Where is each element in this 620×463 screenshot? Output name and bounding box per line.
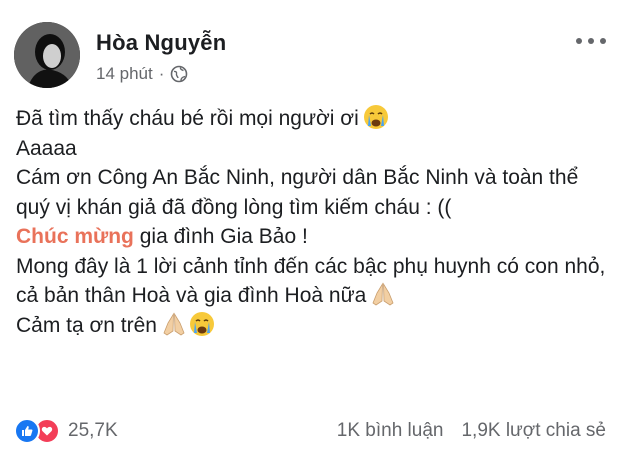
folded-hands-emoji <box>161 311 187 337</box>
post-footer: 25,7K 1K bình luận 1,9K lượt chia sẻ <box>14 414 606 448</box>
crying-face-emoji <box>189 311 215 337</box>
folded-hands-emoji <box>370 281 396 307</box>
post-meta: 14 phút · <box>96 64 188 84</box>
post-line: Chúc mừng gia đình Gia Bảo ! <box>16 225 308 248</box>
post-content: Đã tìm thấy cháu bé rồi mọi người ơi Aaa… <box>16 104 606 340</box>
reaction-count: 25,7K <box>68 420 118 441</box>
reactions-summary[interactable]: 25,7K <box>14 418 118 444</box>
post-line: Mong đây là 1 lời cảnh tỉnh đến các bậc … <box>16 254 606 308</box>
post-line: Cám ơn Công An Bắc Ninh, người dân Bắc N… <box>16 166 579 219</box>
highlight-text: Chúc mừng <box>16 225 134 248</box>
crying-face-emoji <box>363 104 389 130</box>
profile-photo <box>14 22 80 88</box>
avatar[interactable] <box>14 22 80 88</box>
meta-separator: · <box>158 64 165 83</box>
post-line: Cảm tạ ơn trên <box>16 311 606 341</box>
shares-count[interactable]: 1,9K lượt chia sẻ <box>461 420 606 442</box>
facebook-post: Hòa Nguyễn 14 phút · Đã tìm thấy cháu bé… <box>0 0 620 463</box>
more-options-icon[interactable] <box>576 34 606 48</box>
post-time[interactable]: 14 phút <box>96 64 153 84</box>
author-name[interactable]: Hòa Nguyễn <box>96 30 226 56</box>
comments-count[interactable]: 1K bình luận <box>337 420 444 442</box>
globe-icon[interactable] <box>170 65 188 83</box>
post-line: Aaaaa <box>16 136 77 160</box>
like-icon <box>14 418 40 444</box>
post-line: Đã tìm thấy cháu bé rồi mọi người ơi <box>16 104 606 134</box>
